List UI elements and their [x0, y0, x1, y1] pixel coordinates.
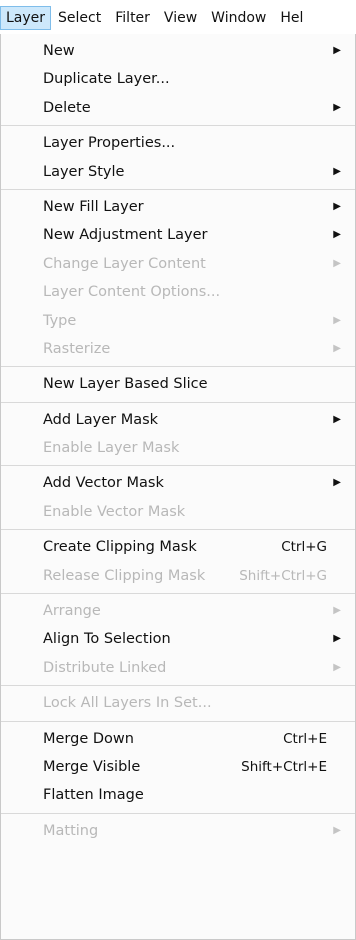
menu-item-add-layer-mask[interactable]: Add Layer Mask ▶: [1, 406, 355, 434]
submenu-arrow-icon: ▶: [333, 165, 341, 177]
menu-item-label: Delete: [43, 99, 91, 116]
submenu-arrow-icon: ▶: [333, 342, 341, 354]
menu-item-label: Layer Content Options...: [43, 284, 221, 301]
submenu-arrow-icon: ▶: [333, 257, 341, 269]
menu-item-label: Add Vector Mask: [43, 475, 164, 492]
layer-menu-dropdown: New ▶ Duplicate Layer... Delete ▶ Layer Prope…: [0, 34, 356, 940]
menu-item-label: Merge Visible: [43, 758, 141, 775]
submenu-arrow-icon: ▶: [333, 101, 341, 113]
menu-group: Layer Properties... Layer Style ▶: [1, 126, 355, 190]
menu-item-label: New Adjustment Layer: [43, 227, 208, 244]
menu-item-label: New: [43, 43, 75, 59]
submenu-arrow-icon: ▶: [333, 824, 341, 836]
menu-item-label: Matting: [43, 822, 99, 839]
menu-group: Create Clipping Mask Ctrl+G Release Clippi…: [1, 530, 355, 595]
menu-item-matting: Matting ▶: [1, 817, 355, 845]
submenu-arrow-icon: ▶: [333, 661, 341, 673]
submenu-arrow-icon: ▶: [333, 605, 341, 617]
menu-item-new-adjustment-layer[interactable]: New Adjustment Layer ▶: [1, 221, 355, 249]
menu-item-merge-down[interactable]: Merge Down Ctrl+E: [1, 725, 355, 753]
menu-item-label: Layer Properties...: [43, 135, 176, 152]
menu-item-distribute-linked: Distribute Linked ▶: [1, 654, 355, 682]
menu-item-label: Type: [43, 312, 77, 329]
menu-item-label: Arrange: [43, 603, 101, 620]
submenu-arrow-icon: ▶: [333, 200, 341, 212]
menu-item-rasterize: Rasterize ▶: [1, 335, 355, 363]
menu-item-label: Merge Down: [43, 730, 134, 747]
menubar-item-help[interactable]: Hel: [273, 6, 310, 30]
menu-item-label: Lock All Layers In Set...: [43, 695, 212, 712]
menu-item-delete[interactable]: Delete ▶: [1, 94, 355, 122]
submenu-arrow-icon: ▶: [333, 314, 341, 326]
menu-item-label: Release Clipping Mask: [43, 567, 206, 584]
menu-item-layer-content-options: Layer Content Options...: [1, 278, 355, 306]
menu-item-shortcut: Shift+Ctrl+E: [241, 758, 327, 775]
menu-item-label: Enable Vector Mask: [43, 503, 186, 520]
menu-item-new[interactable]: New ▶: [1, 37, 355, 65]
menu-item-label: Layer Style: [43, 163, 125, 180]
menu-item-label: Align To Selection: [43, 631, 171, 648]
menu-item-shortcut: Ctrl+G: [281, 539, 327, 556]
menu-item-new-layer-based-slice[interactable]: New Layer Based Slice: [1, 370, 355, 398]
menu-item-label: Change Layer Content: [43, 255, 206, 272]
menu-bar: Layer Select Filter View Window Hel: [0, 0, 356, 34]
menu-item-change-layer-content: Change Layer Content ▶: [1, 250, 355, 278]
menu-item-flatten-image[interactable]: Flatten Image: [1, 781, 355, 809]
menu-item-arrange: Arrange ▶: [1, 597, 355, 625]
menu-item-align-to-selection[interactable]: Align To Selection ▶: [1, 625, 355, 653]
menu-item-shortcut: Shift+Ctrl+G: [239, 567, 327, 584]
menu-group: Matting ▶: [1, 814, 355, 848]
menu-group: New Layer Based Slice: [1, 367, 355, 403]
menu-group: Arrange ▶ Align To Selection ▶ Distribute Li…: [1, 594, 355, 687]
menu-group: Merge Down Ctrl+E Merge Visible Shift+Ctrl+…: [1, 722, 355, 814]
menu-item-create-clipping-mask[interactable]: Create Clipping Mask Ctrl+G: [1, 533, 355, 561]
menu-item-label: Rasterize: [43, 340, 111, 357]
menu-group: New Fill Layer ▶ New Adjustment Layer ▶ Chan…: [1, 190, 355, 368]
menubar-item-window[interactable]: Window: [204, 6, 273, 30]
menu-item-lock-all-layers-in-set: Lock All Layers In Set...: [1, 689, 355, 717]
menubar-item-filter[interactable]: Filter: [108, 6, 157, 30]
menu-item-shortcut: Ctrl+E: [283, 730, 327, 747]
menu-item-label: New Layer Based Slice: [43, 376, 208, 393]
menubar-item-view[interactable]: View: [157, 6, 204, 30]
menu-item-type: Type ▶: [1, 307, 355, 335]
menu-group: Add Layer Mask ▶ Enable Layer Mask: [1, 403, 355, 467]
menu-item-label: New Fill Layer: [43, 198, 144, 215]
menu-item-label: Distribute Linked: [43, 659, 167, 676]
menu-item-enable-layer-mask: Enable Layer Mask: [1, 434, 355, 462]
submenu-arrow-icon: ▶: [333, 477, 341, 489]
menu-group: Add Vector Mask ▶ Enable Vector Mask: [1, 466, 355, 531]
submenu-arrow-icon: ▶: [333, 229, 341, 241]
menu-item-label: Create Clipping Mask: [43, 539, 197, 556]
menubar-item-select[interactable]: Select: [51, 6, 108, 30]
menu-item-new-fill-layer[interactable]: New Fill Layer ▶: [1, 193, 355, 221]
menu-item-add-vector-mask[interactable]: Add Vector Mask ▶: [1, 469, 355, 497]
menu-group: New ▶ Duplicate Layer... Delete ▶: [1, 34, 355, 127]
menu-item-release-clipping-mask: Release Clipping Mask Shift+Ctrl+G: [1, 562, 355, 590]
menu-item-merge-visible[interactable]: Merge Visible Shift+Ctrl+E: [1, 753, 355, 781]
submenu-arrow-icon: ▶: [333, 45, 341, 56]
menu-item-layer-properties[interactable]: Layer Properties...: [1, 129, 355, 157]
menu-item-label: Enable Layer Mask: [43, 440, 180, 457]
menu-item-duplicate-layer[interactable]: Duplicate Layer...: [1, 65, 355, 93]
menu-item-enable-vector-mask: Enable Vector Mask: [1, 498, 355, 526]
submenu-arrow-icon: ▶: [333, 413, 341, 425]
menu-item-layer-style[interactable]: Layer Style ▶: [1, 158, 355, 186]
menu-item-label: Add Layer Mask: [43, 411, 159, 428]
menu-item-label: Duplicate Layer...: [43, 71, 170, 88]
menu-group: Lock All Layers In Set...: [1, 686, 355, 722]
menu-item-label: Flatten Image: [43, 787, 144, 804]
submenu-arrow-icon: ▶: [333, 633, 341, 645]
menubar-item-layer[interactable]: Layer: [0, 6, 52, 30]
